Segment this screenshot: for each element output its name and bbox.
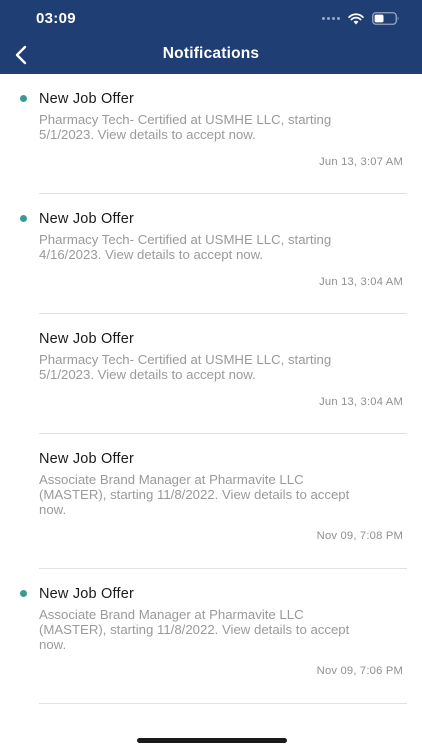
notification-time: Nov 09, 7:06 PM (316, 665, 403, 677)
signal-dots-icon (322, 17, 340, 20)
notification-body: Pharmacy Tech- Certified at USMHE LLC, s… (39, 232, 332, 262)
notification-body: Pharmacy Tech- Certified at USMHE LLC, s… (39, 352, 332, 382)
notification-title: New Job Offer (39, 91, 135, 107)
notification-item[interactable]: New Job Offer Pharmacy Tech- Certified a… (39, 314, 407, 434)
notification-item[interactable]: New Job Offer Pharmacy Tech- Certified a… (20, 194, 407, 314)
notification-time: Jun 13, 3:04 AM (319, 276, 403, 288)
notification-list: New Job Offer Pharmacy Tech- Certified a… (0, 74, 422, 704)
battery-icon (372, 12, 399, 25)
status-icons (322, 12, 400, 25)
notification-title: New Job Offer (39, 451, 135, 467)
notification-body: Associate Brand Manager at Pharmavite LL… (39, 472, 350, 517)
notification-title: New Job Offer (39, 586, 135, 602)
notification-item[interactable]: New Job Offer Associate Brand Manager at… (39, 434, 407, 569)
notification-item[interactable]: New Job Offer Associate Brand Manager at… (20, 569, 407, 704)
notification-time: Jun 13, 3:07 AM (319, 156, 403, 168)
page-title: Notifications (162, 45, 260, 62)
unread-dot-icon (20, 215, 27, 222)
nav-header: 03:09 Notifications (0, 0, 422, 74)
home-indicator (137, 738, 287, 743)
notification-body: Associate Brand Manager at Pharmavite LL… (39, 607, 350, 652)
notification-title: New Job Offer (39, 211, 135, 227)
unread-dot-icon (20, 590, 27, 597)
notification-time: Jun 13, 3:04 AM (319, 396, 403, 408)
notification-body: Pharmacy Tech- Certified at USMHE LLC, s… (39, 112, 332, 142)
unread-dot-icon (20, 95, 27, 102)
notification-title: New Job Offer (39, 331, 135, 347)
status-time: 03:09 (36, 10, 76, 27)
notification-time: Nov 09, 7:08 PM (316, 530, 403, 542)
notification-item[interactable]: New Job Offer Pharmacy Tech- Certified a… (20, 74, 407, 194)
wifi-icon (348, 12, 364, 24)
